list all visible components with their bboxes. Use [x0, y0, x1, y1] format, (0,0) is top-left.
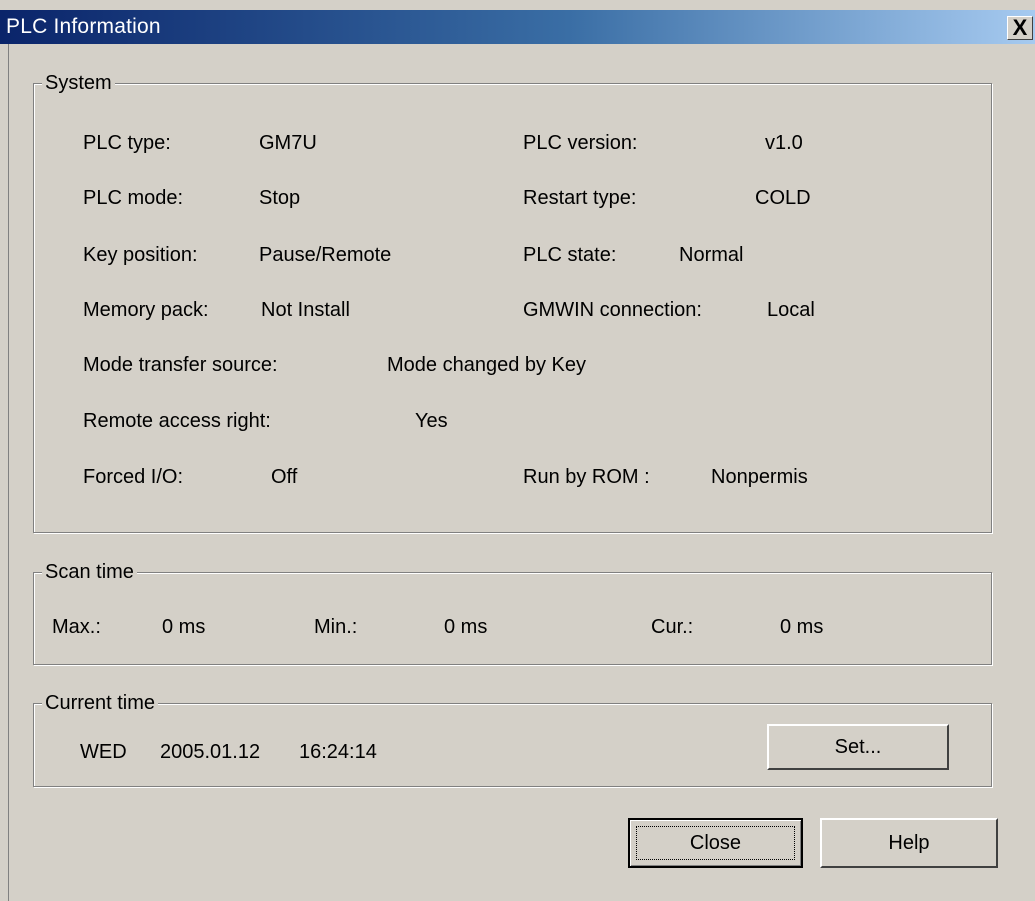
window-left-edge [0, 44, 9, 901]
help-button-label: Help [888, 832, 930, 854]
plc-type-value: GM7U [259, 132, 317, 154]
plc-information-dialog: PLC Information X System PLC type: GM7U … [0, 0, 1035, 901]
scan-time-group-label: Scan time [42, 560, 137, 584]
focus-ring [636, 826, 795, 860]
close-icon[interactable]: X [1007, 16, 1033, 40]
plc-version-value: v1.0 [765, 132, 803, 154]
scan-cur-label: Cur.: [651, 616, 694, 638]
gmwin-connection-value: Local [767, 299, 815, 321]
forced-io-label: Forced I/O: [83, 466, 184, 488]
plc-mode-value: Stop [259, 187, 301, 209]
plc-state-value: Normal [679, 244, 744, 266]
run-by-rom-value: Nonpermis [711, 466, 808, 488]
current-day: WED [80, 741, 127, 763]
title-bar[interactable]: PLC Information X [0, 10, 1035, 44]
set-time-button[interactable]: Set... [767, 724, 949, 770]
run-by-rom-label: Run by ROM : [523, 466, 650, 488]
system-group: System PLC type: GM7U PLC version: v1.0 … [33, 71, 992, 533]
key-position-label: Key position: [83, 244, 198, 266]
scan-min-label: Min.: [314, 616, 358, 638]
scan-max-value: 0 ms [162, 616, 206, 638]
scan-max-label: Max.: [52, 616, 101, 638]
close-button[interactable]: Close [628, 818, 803, 868]
plc-version-label: PLC version: [523, 132, 638, 154]
plc-mode-label: PLC mode: [83, 187, 184, 209]
scan-time-group: Scan time Max.: 0 ms Min.: 0 ms Cur.: 0 … [33, 560, 992, 665]
current-time-group-label: Current time [42, 691, 159, 715]
key-position-value: Pause/Remote [259, 244, 392, 266]
scan-cur-value: 0 ms [780, 616, 824, 638]
restart-type-label: Restart type: [523, 187, 637, 209]
memory-pack-value: Not Install [261, 299, 350, 321]
plc-state-label: PLC state: [523, 244, 617, 266]
current-date: 2005.01.12 [160, 741, 261, 763]
mode-transfer-source-label: Mode transfer source: [83, 354, 278, 376]
system-group-label: System [42, 71, 115, 95]
mode-transfer-source-value: Mode changed by Key [387, 354, 587, 376]
restart-type-value: COLD [755, 187, 811, 209]
current-clock: 16:24:14 [299, 741, 377, 763]
forced-io-value: Off [271, 466, 298, 488]
remote-access-right-label: Remote access right: [83, 410, 271, 432]
window-title: PLC Information [6, 15, 161, 38]
set-time-button-label: Set... [834, 736, 882, 758]
scan-min-value: 0 ms [444, 616, 488, 638]
remote-access-right-value: Yes [415, 410, 448, 432]
memory-pack-label: Memory pack: [83, 299, 209, 321]
plc-type-label: PLC type: [83, 132, 171, 154]
help-button[interactable]: Help [820, 818, 998, 868]
current-time-group: Current time WED 2005.01.12 16:24:14 Set… [33, 691, 992, 787]
gmwin-connection-label: GMWIN connection: [523, 299, 702, 321]
